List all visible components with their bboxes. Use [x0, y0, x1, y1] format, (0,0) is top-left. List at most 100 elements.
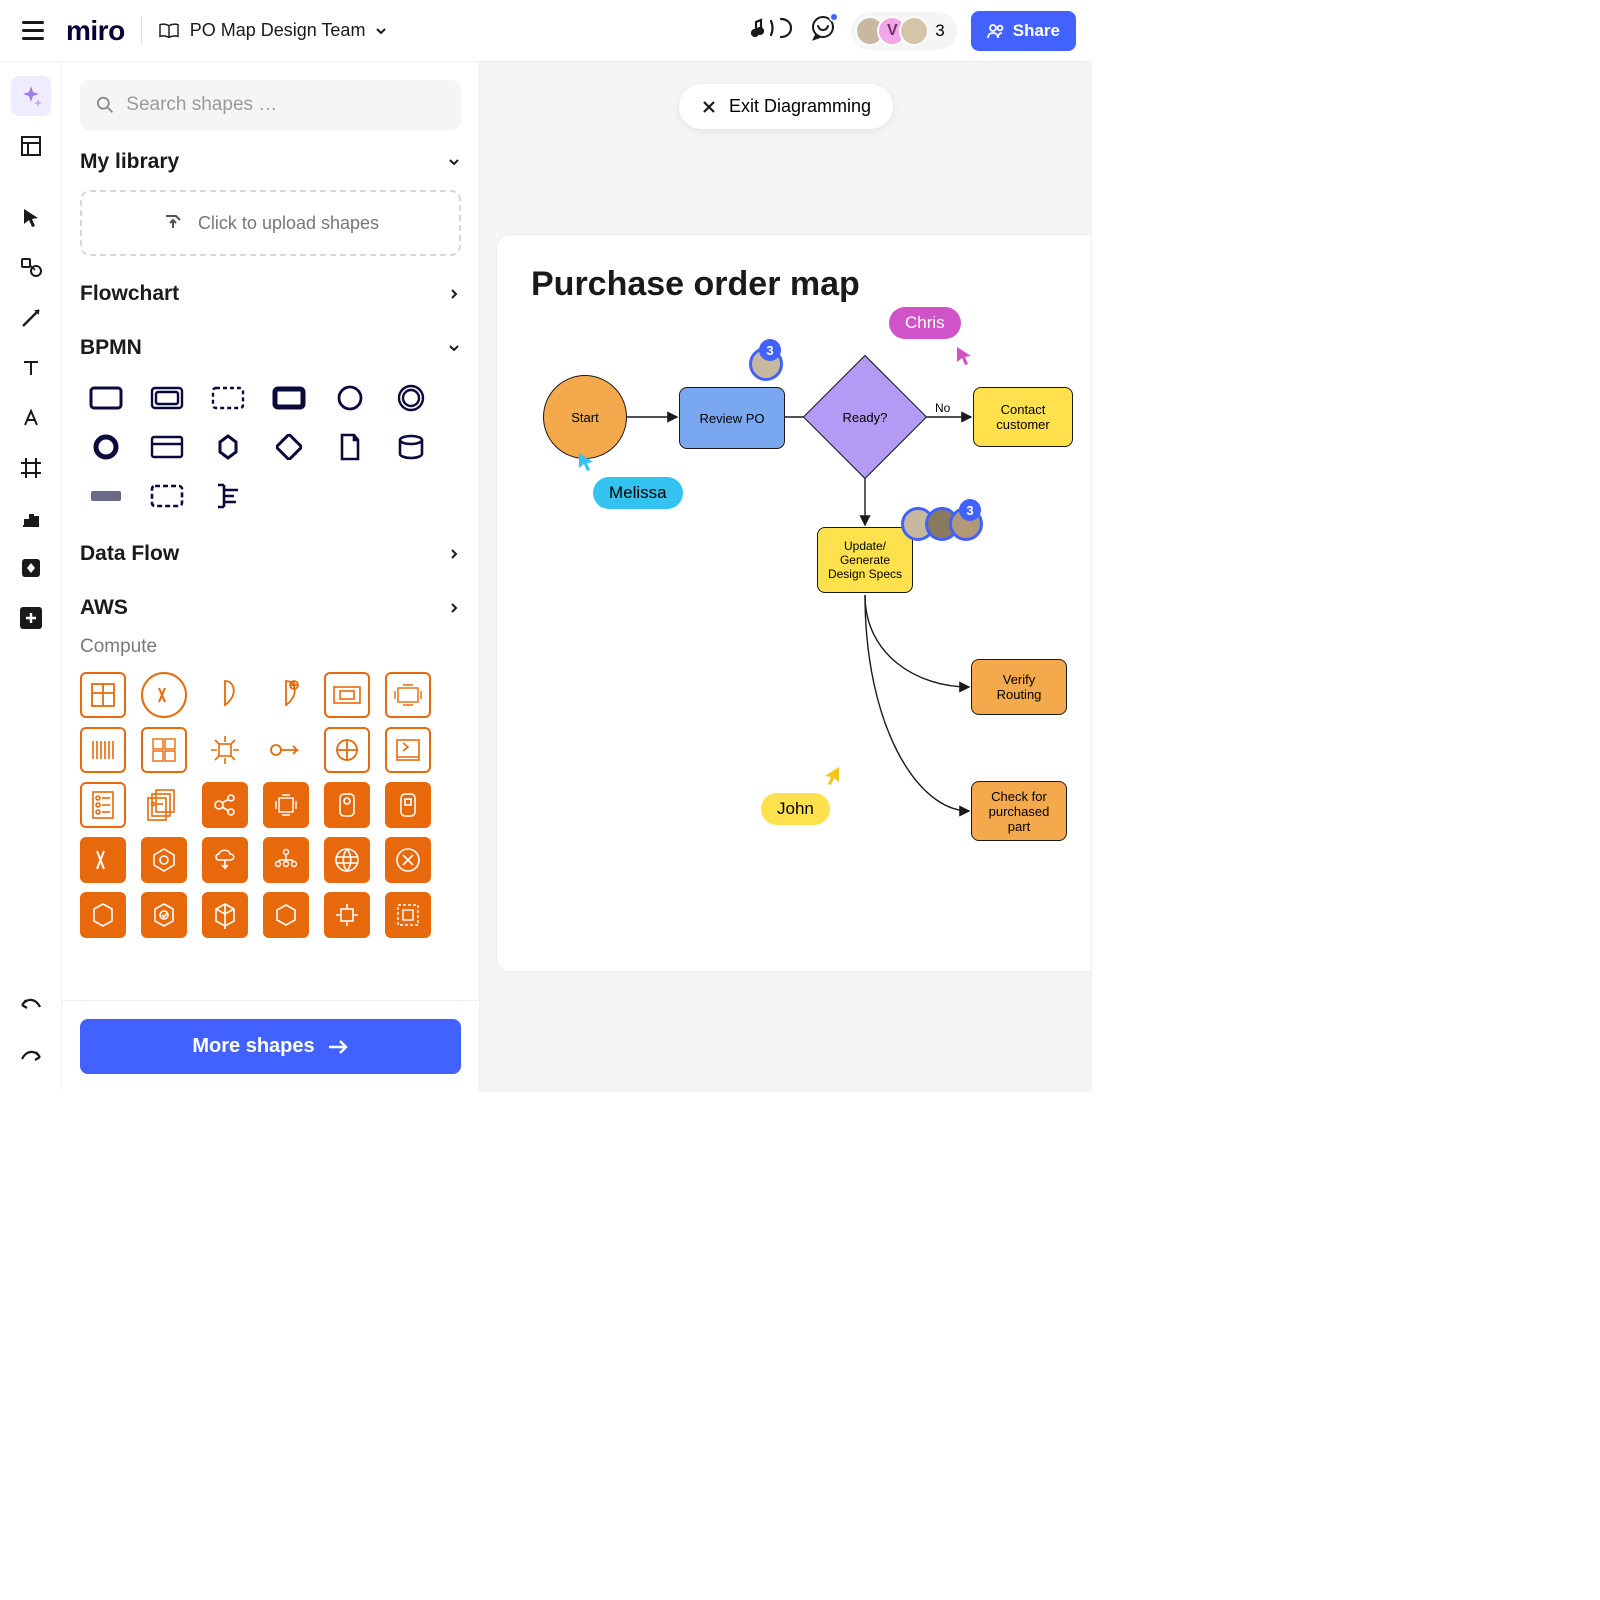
reactions-button[interactable]: [809, 14, 837, 47]
app-tool[interactable]: [11, 548, 51, 588]
aws-shape[interactable]: [141, 727, 187, 773]
aws-shape[interactable]: [385, 837, 431, 883]
aws-shape[interactable]: [263, 727, 309, 773]
bpmn-gateway[interactable]: [202, 427, 254, 467]
search-shapes[interactable]: [80, 80, 461, 130]
aws-shape[interactable]: [202, 837, 248, 883]
upload-icon: [162, 212, 184, 234]
aws-shape[interactable]: [80, 672, 126, 718]
section-flowchart[interactable]: Flowchart: [80, 262, 461, 316]
menu-button[interactable]: [16, 15, 50, 46]
node-review[interactable]: Review PO: [679, 387, 785, 449]
bpmn-gateway-x[interactable]: [263, 427, 315, 467]
aws-shape[interactable]: [141, 782, 187, 828]
aws-shape[interactable]: [141, 837, 187, 883]
shapes-tool[interactable]: [11, 248, 51, 288]
node-start[interactable]: Start: [543, 375, 627, 459]
canvas[interactable]: Exit Diagramming Purchase order map No S…: [480, 62, 1092, 1092]
aws-shape[interactable]: [141, 892, 187, 938]
tool-rail: [0, 62, 62, 1092]
bpmn-pool[interactable]: [141, 427, 193, 467]
comment-badge[interactable]: 3: [749, 347, 773, 381]
board-selector[interactable]: PO Map Design Team: [158, 20, 388, 41]
node-verify[interactable]: Verify Routing: [971, 659, 1067, 715]
bpmn-shapes: [80, 370, 461, 522]
section-bpmn[interactable]: BPMN: [80, 316, 461, 370]
node-contact[interactable]: Contact customer: [973, 387, 1073, 447]
bpmn-call[interactable]: [263, 378, 315, 418]
node-specs[interactable]: Update/ Generate Design Specs: [817, 527, 913, 593]
badge-count: 3: [959, 499, 981, 521]
add-tool[interactable]: [11, 598, 51, 638]
bpmn-task[interactable]: [80, 378, 132, 418]
aws-shape[interactable]: [263, 672, 309, 718]
bpmn-text[interactable]: [202, 476, 254, 516]
aws-shape[interactable]: [202, 727, 248, 773]
chart-tool[interactable]: [11, 498, 51, 538]
chevron-right-icon: [447, 547, 461, 561]
share-button[interactable]: Share: [971, 11, 1076, 51]
redo-button[interactable]: [11, 1038, 51, 1078]
bpmn-data[interactable]: [324, 427, 376, 467]
avatar: [899, 16, 929, 46]
diagram-frame[interactable]: Purchase order map No Start Review PO Re…: [496, 234, 1092, 972]
comment-badge[interactable]: 3: [901, 507, 973, 541]
select-tool[interactable]: [11, 198, 51, 238]
bpmn-event[interactable]: [324, 378, 376, 418]
aws-shape[interactable]: [385, 672, 431, 718]
aws-shape[interactable]: [202, 782, 248, 828]
cursor-icon: [821, 765, 841, 787]
aws-shape[interactable]: [324, 837, 370, 883]
line-tool[interactable]: [11, 298, 51, 338]
aws-shape[interactable]: [385, 727, 431, 773]
bpmn-transaction[interactable]: [141, 378, 193, 418]
music-icon[interactable]: [751, 15, 795, 46]
cursor-tag-john: John: [761, 793, 830, 825]
aws-shape[interactable]: [324, 892, 370, 938]
aws-shape[interactable]: [80, 892, 126, 938]
aws-shapes: [80, 668, 461, 954]
aws-shape[interactable]: [80, 837, 126, 883]
aws-shape[interactable]: [385, 782, 431, 828]
shapes-panel: My library Click to upload shapes Flowch…: [62, 62, 480, 1092]
aws-shape[interactable]: [385, 892, 431, 938]
font-tool[interactable]: [11, 398, 51, 438]
aws-subheading: Compute: [80, 630, 461, 668]
aws-shape[interactable]: [202, 892, 248, 938]
bpmn-end-event[interactable]: [385, 378, 437, 418]
node-decision[interactable]: Ready?: [803, 355, 927, 479]
bpmn-event-sub[interactable]: [202, 378, 254, 418]
cursor-icon: [577, 451, 597, 473]
section-aws[interactable]: AWS: [80, 576, 461, 630]
exit-diagramming[interactable]: Exit Diagramming: [679, 84, 893, 129]
section-my-library[interactable]: My library: [80, 130, 461, 184]
undo-button[interactable]: [11, 986, 51, 1026]
aws-shape[interactable]: [141, 672, 187, 718]
aws-shape[interactable]: [324, 782, 370, 828]
aws-shape[interactable]: [80, 727, 126, 773]
template-tool[interactable]: [11, 126, 51, 166]
aws-shape[interactable]: [202, 672, 248, 718]
chevron-down-icon: [447, 155, 461, 169]
upload-shapes[interactable]: Click to upload shapes: [80, 190, 461, 256]
cursor-icon: [955, 345, 975, 367]
node-check[interactable]: Check for purchased part: [971, 781, 1067, 841]
frame-tool[interactable]: [11, 448, 51, 488]
aws-shape[interactable]: [324, 727, 370, 773]
text-tool[interactable]: [11, 348, 51, 388]
bpmn-datastore[interactable]: [385, 427, 437, 467]
bpmn-group[interactable]: [141, 476, 193, 516]
bpmn-intermediate[interactable]: [80, 427, 132, 467]
bpmn-annotation[interactable]: [80, 476, 132, 516]
section-data-flow[interactable]: Data Flow: [80, 522, 461, 576]
search-input[interactable]: [126, 94, 445, 116]
aws-shape[interactable]: [263, 782, 309, 828]
collaborator-avatars[interactable]: V 3: [851, 12, 956, 50]
aws-shape[interactable]: [263, 892, 309, 938]
more-shapes-button[interactable]: More shapes: [80, 1019, 461, 1074]
avatar-count: 3: [935, 21, 944, 41]
ai-tool[interactable]: [11, 76, 51, 116]
aws-shape[interactable]: [324, 672, 370, 718]
aws-shape[interactable]: [263, 837, 309, 883]
aws-shape[interactable]: [80, 782, 126, 828]
